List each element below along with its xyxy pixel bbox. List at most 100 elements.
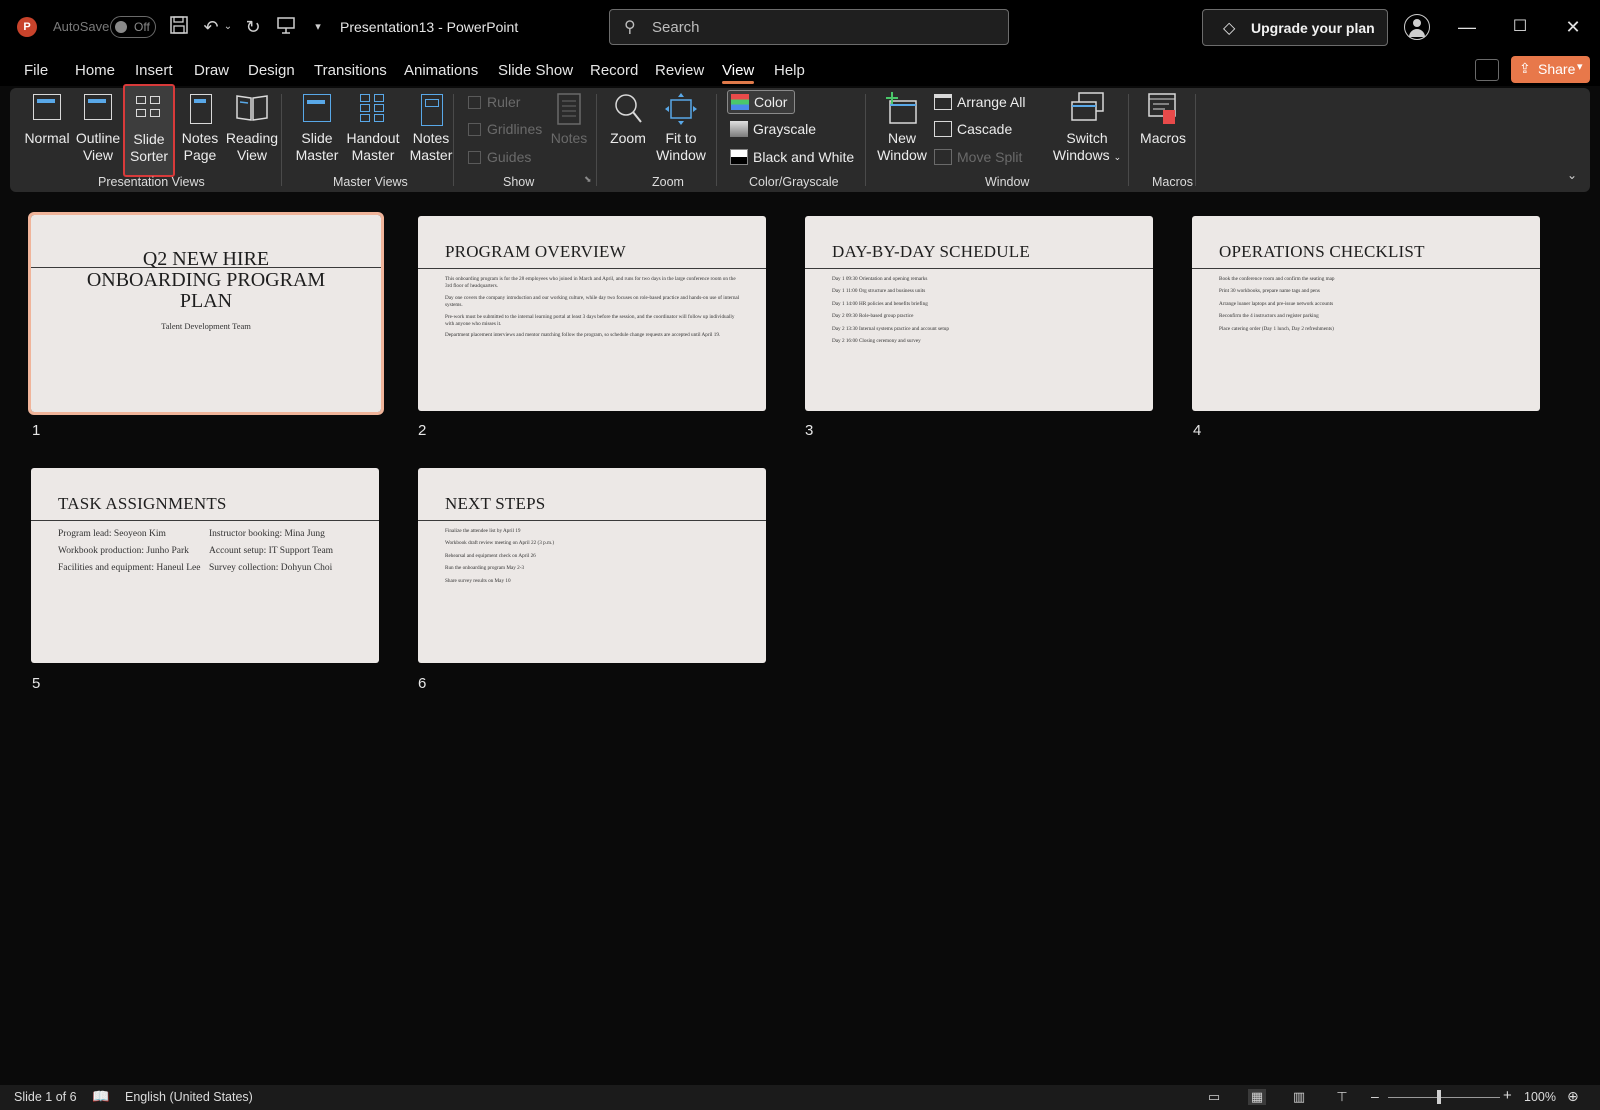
- switch-windows-button[interactable]: Switch Windows ⌄: [1051, 92, 1123, 166]
- normal-view-status-icon[interactable]: ▭: [1205, 1089, 1223, 1105]
- accessibility-icon[interactable]: 📖: [92, 1088, 109, 1105]
- macros-button[interactable]: Macros: [1136, 92, 1190, 147]
- tab-record[interactable]: Record: [590, 62, 638, 79]
- slide-title-rule: [1192, 268, 1540, 269]
- tab-file[interactable]: File: [24, 62, 48, 79]
- tab-transitions[interactable]: Transitions: [314, 62, 387, 79]
- close-icon[interactable]: ✕: [1558, 14, 1588, 40]
- slide-4-list-item: Arrange loaner laptops and pre-issue net…: [1219, 300, 1334, 307]
- notes-label: Notes: [550, 130, 588, 146]
- collapse-ribbon-chevron-icon[interactable]: ⌄: [1567, 168, 1577, 182]
- upgrade-plan-button[interactable]: ◇ Upgrade your plan: [1202, 9, 1388, 46]
- fit-slide-to-window-icon[interactable]: ⊕: [1567, 1088, 1579, 1105]
- slide-sorter-status-icon[interactable]: ▦: [1248, 1089, 1266, 1105]
- tab-draw[interactable]: Draw: [194, 62, 229, 79]
- macros-label: Macros: [1140, 130, 1186, 146]
- outline-view-label-1: Outline: [75, 130, 121, 146]
- reading-view-icon: [234, 92, 270, 126]
- slide-thumbnail-1[interactable]: Q2 NEW HIRE ONBOARDING PROGRAM PLAN Tale…: [28, 212, 384, 415]
- slide-3-list-item: Day 1 14:00 HR policies and benefits bri…: [832, 300, 928, 307]
- zoom-slider-thumb[interactable]: [1437, 1090, 1441, 1104]
- show-dialog-launcher-icon[interactable]: ⬊: [584, 174, 592, 185]
- present-from-start-icon[interactable]: [274, 15, 298, 39]
- reading-view-status-icon[interactable]: ▥: [1290, 1089, 1308, 1105]
- zoom-button[interactable]: Zoom: [606, 92, 650, 147]
- share-button[interactable]: ⇪ Share ▾: [1511, 56, 1590, 83]
- black-and-white-mode-button[interactable]: Black and White: [730, 149, 854, 165]
- slide-thumbnail-6[interactable]: NEXT STEPS Finalize the attendee list by…: [418, 468, 766, 663]
- minimize-icon[interactable]: —: [1452, 14, 1482, 40]
- slide-6-list-item: Finalize the attendee list by April 19: [445, 528, 521, 534]
- normal-view-button[interactable]: Normal: [24, 92, 70, 147]
- notes-page-label-2: Page: [183, 147, 217, 163]
- slide-2-paragraph: Day one covers the company introduction …: [445, 294, 740, 309]
- tab-review[interactable]: Review: [655, 62, 704, 79]
- undo-dropdown-chevron-icon[interactable]: ⌄: [221, 15, 235, 39]
- slide-show-status-icon[interactable]: ⊤: [1333, 1089, 1351, 1105]
- color-swatch-icon: [731, 94, 749, 110]
- slide-thumbnail-4[interactable]: OPERATIONS CHECKLIST Book the conference…: [1192, 216, 1540, 411]
- account-avatar[interactable]: [1404, 14, 1430, 40]
- slide-3-list-item: Day 2 13:30 Internal systems practice an…: [832, 325, 949, 332]
- slide-thumbnail-2[interactable]: PROGRAM OVERVIEW This onboarding program…: [418, 216, 766, 411]
- tab-help[interactable]: Help: [774, 62, 805, 79]
- gridlines-checkbox[interactable]: Gridlines: [468, 121, 542, 137]
- zoom-in-button[interactable]: +: [1503, 1087, 1512, 1104]
- group-separator: [865, 94, 866, 186]
- tab-insert[interactable]: Insert: [135, 62, 173, 79]
- ruler-checkbox[interactable]: Ruler: [468, 94, 520, 110]
- language-status[interactable]: English (United States): [125, 1090, 253, 1104]
- slide-title-rule: [805, 268, 1153, 269]
- color-mode-button[interactable]: Color: [727, 90, 795, 114]
- notes-page-button[interactable]: Notes Page: [177, 92, 223, 164]
- arrange-all-button[interactable]: Arrange All: [934, 94, 1025, 110]
- notes-icon: [551, 92, 587, 126]
- fit-to-window-icon: [663, 92, 699, 126]
- comments-icon[interactable]: [1475, 59, 1499, 81]
- group-separator: [716, 94, 717, 186]
- undo-icon[interactable]: ↶: [199, 15, 223, 39]
- slide-4-title: OPERATIONS CHECKLIST: [1219, 242, 1425, 261]
- redo-icon[interactable]: ↻: [241, 15, 265, 39]
- autosave-state: Off: [134, 20, 150, 34]
- tab-home[interactable]: Home: [75, 62, 115, 79]
- tab-animations[interactable]: Animations: [404, 62, 478, 79]
- grayscale-mode-button[interactable]: Grayscale: [730, 121, 816, 137]
- slide-thumbnail-5[interactable]: TASK ASSIGNMENTS Program lead: Seoyeon K…: [31, 468, 379, 663]
- autosave-toggle[interactable]: Off: [110, 16, 156, 38]
- slide-title-rule: [418, 268, 766, 269]
- slide-thumbnail-3[interactable]: DAY-BY-DAY SCHEDULE Day 1 09:30 Orientat…: [805, 216, 1153, 411]
- guides-checkbox[interactable]: Guides: [468, 149, 531, 165]
- switch-windows-icon: [1069, 92, 1105, 126]
- search-box[interactable]: ⚲: [609, 9, 1009, 45]
- maximize-icon[interactable]: ☐: [1505, 14, 1535, 40]
- zoom-out-button[interactable]: –: [1371, 1088, 1379, 1104]
- tab-design[interactable]: Design: [248, 62, 295, 79]
- slide-master-button[interactable]: Slide Master: [290, 92, 344, 164]
- handout-master-button[interactable]: Handout Master: [344, 92, 402, 164]
- zoom-level[interactable]: 100%: [1524, 1090, 1556, 1104]
- fit-to-window-button[interactable]: Fit to Window: [652, 92, 710, 164]
- zoom-slider-track[interactable]: [1388, 1097, 1500, 1098]
- ruler-label: Ruler: [487, 94, 521, 110]
- slide-sorter-button[interactable]: Slide Sorter: [123, 84, 175, 177]
- save-icon[interactable]: [167, 15, 191, 39]
- tab-slide-show[interactable]: Slide Show: [498, 62, 573, 79]
- reading-view-button[interactable]: Reading View: [223, 92, 281, 164]
- slide-5-right-column: Instructor booking: Mina Jung Account se…: [209, 528, 369, 574]
- tab-view[interactable]: View: [722, 62, 755, 84]
- black-and-white-label: Black and White: [753, 149, 855, 165]
- notes-master-button[interactable]: Notes Master: [404, 92, 458, 164]
- customize-toolbar-icon[interactable]: ▾: [306, 15, 330, 39]
- cascade-button[interactable]: Cascade: [934, 121, 1012, 137]
- notes-toggle-button[interactable]: Notes: [547, 92, 591, 147]
- move-split-button[interactable]: Move Split: [934, 149, 1022, 165]
- new-window-button[interactable]: New Window: [876, 92, 928, 164]
- slide-title-rule: [31, 520, 379, 521]
- search-input[interactable]: [652, 16, 992, 38]
- reading-view-label-1: Reading: [225, 130, 279, 146]
- handout-master-label-1: Handout: [346, 130, 400, 146]
- group-separator: [1195, 94, 1196, 186]
- outline-view-button[interactable]: Outline View: [75, 92, 121, 164]
- switch-windows-label-1: Switch: [1066, 130, 1108, 146]
